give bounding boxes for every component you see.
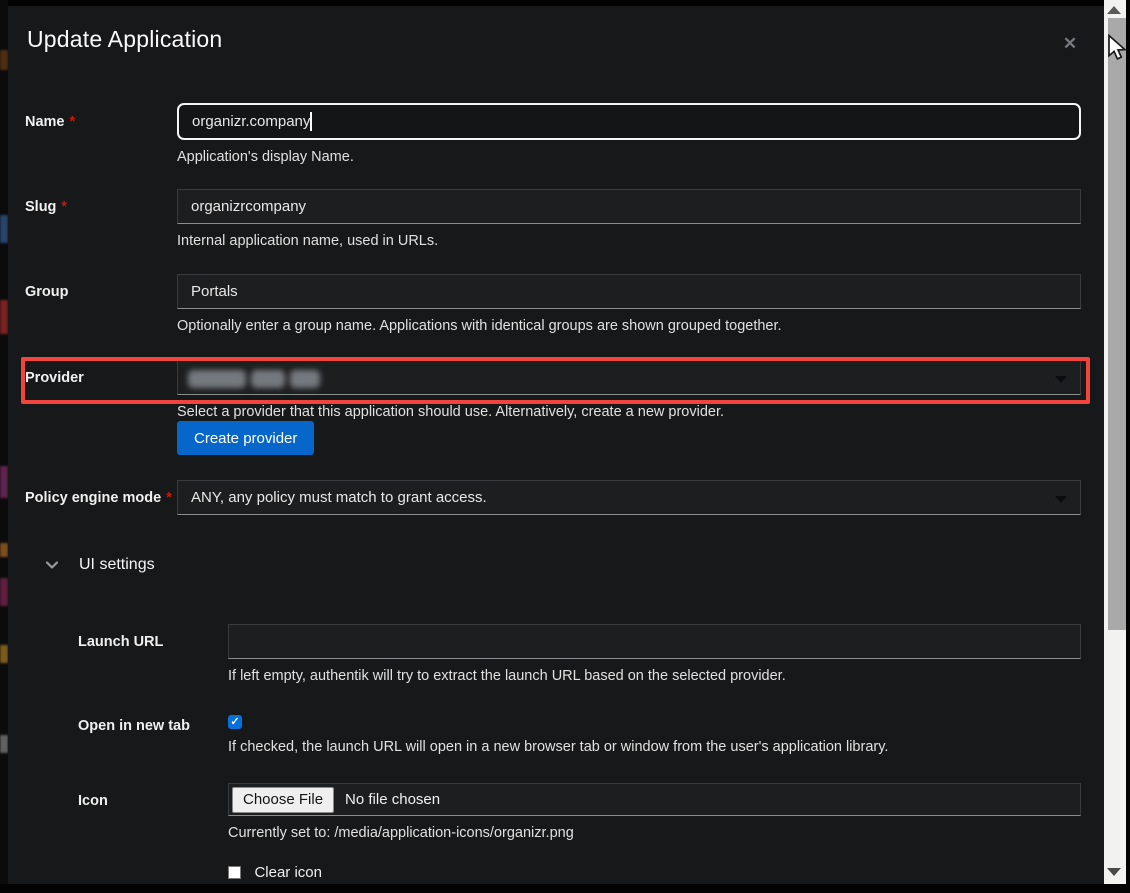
open-in-new-tab-label: Open in new tab [78,705,228,757]
group-label: Group [25,274,177,336]
form-row-open-in-new-tab: Open in new tab ✓ If checked, the launch… [78,705,1081,757]
form-row-provider: Provider Select a provider that this app… [25,360,1081,422]
ui-settings-section-label: UI settings [79,556,155,574]
required-marker: * [61,199,67,215]
scroll-up-arrow-icon[interactable] [1107,6,1121,14]
close-icon[interactable]: ✕ [1058,32,1082,56]
form-row-launch-url: Launch URL If left empty, authentik will… [78,624,1081,686]
window-edge-bottom [0,884,1130,893]
required-marker: * [166,490,172,506]
modal-title: Update Application [27,26,222,53]
background-fragment [0,466,8,498]
checkmark-icon: ✓ [230,715,239,728]
background-fragment [0,215,8,243]
open-in-new-tab-checkbox[interactable]: ✓ [228,715,242,729]
name-input[interactable] [177,103,1081,140]
launch-url-help-text: If left empty, authentik will try to ext… [228,667,1081,686]
group-input[interactable] [177,274,1081,309]
form-row-policy-engine-mode: Policy engine mode* ANY, any policy must… [25,480,1081,515]
dropdown-caret-icon [1055,496,1067,503]
provider-select-value-redacted [188,370,320,388]
background-fragment [0,50,8,70]
icon-help-text: Currently set to: /media/application-ico… [228,824,1081,843]
group-help-text: Optionally enter a group name. Applicati… [177,317,1081,336]
create-provider-button[interactable]: Create provider [177,421,314,455]
open-in-new-tab-help-text: If checked, the launch URL will open in … [228,738,1081,757]
name-help-text: Application's display Name. [177,148,1081,167]
background-fragment [0,645,8,663]
modal-backdrop [0,0,8,884]
policy-engine-mode-select[interactable]: ANY, any policy must match to grant acce… [177,480,1081,515]
scroll-down-arrow-icon[interactable] [1107,868,1121,876]
background-fragment [0,578,8,606]
background-fragment [0,543,8,557]
launch-url-input[interactable] [228,624,1081,659]
slug-label: Slug* [25,189,177,251]
icon-file-input[interactable]: Choose File No file chosen [228,783,1081,816]
ui-settings-section-toggle[interactable]: UI settings [45,556,155,574]
provider-help-text: Select a provider that this application … [177,403,1081,422]
provider-select[interactable] [177,360,1081,395]
policy-engine-mode-value: ANY, any policy must match to grant acce… [191,489,487,506]
clear-icon-spacer [78,864,228,884]
slug-help-text: Internal application name, used in URLs. [177,232,1081,251]
icon-label: Icon [78,783,228,843]
choose-file-button[interactable]: Choose File [232,787,334,813]
file-chosen-status: No file chosen [345,791,440,808]
launch-url-label: Launch URL [78,624,228,686]
scrollbar-thumb[interactable] [1108,18,1126,630]
form-row-name: Name* Application's display Name. [25,104,1081,167]
chevron-down-icon [45,558,59,572]
form-row-clear-icon: Clear icon [78,864,1081,884]
background-fragment [0,735,8,753]
form-row-group: Group Optionally enter a group name. App… [25,274,1081,336]
vertical-scrollbar[interactable] [1104,0,1126,884]
dropdown-caret-icon [1055,376,1067,383]
provider-label: Provider [25,360,177,422]
update-application-modal: Update Application ✕ Name* Application's… [8,6,1104,884]
policy-engine-mode-label: Policy engine mode* [25,480,177,515]
text-caret [310,112,312,131]
background-fragment [0,300,8,334]
slug-input[interactable] [177,189,1081,224]
form-row-slug: Slug* Internal application name, used in… [25,189,1081,251]
clear-icon-checkbox[interactable] [228,866,241,879]
form-row-icon: Icon Choose File No file chosen Currentl… [78,783,1081,843]
window-edge-right [1126,0,1130,893]
name-label: Name* [25,104,177,167]
required-marker: * [70,114,76,130]
clear-icon-label: Clear icon [254,864,322,881]
